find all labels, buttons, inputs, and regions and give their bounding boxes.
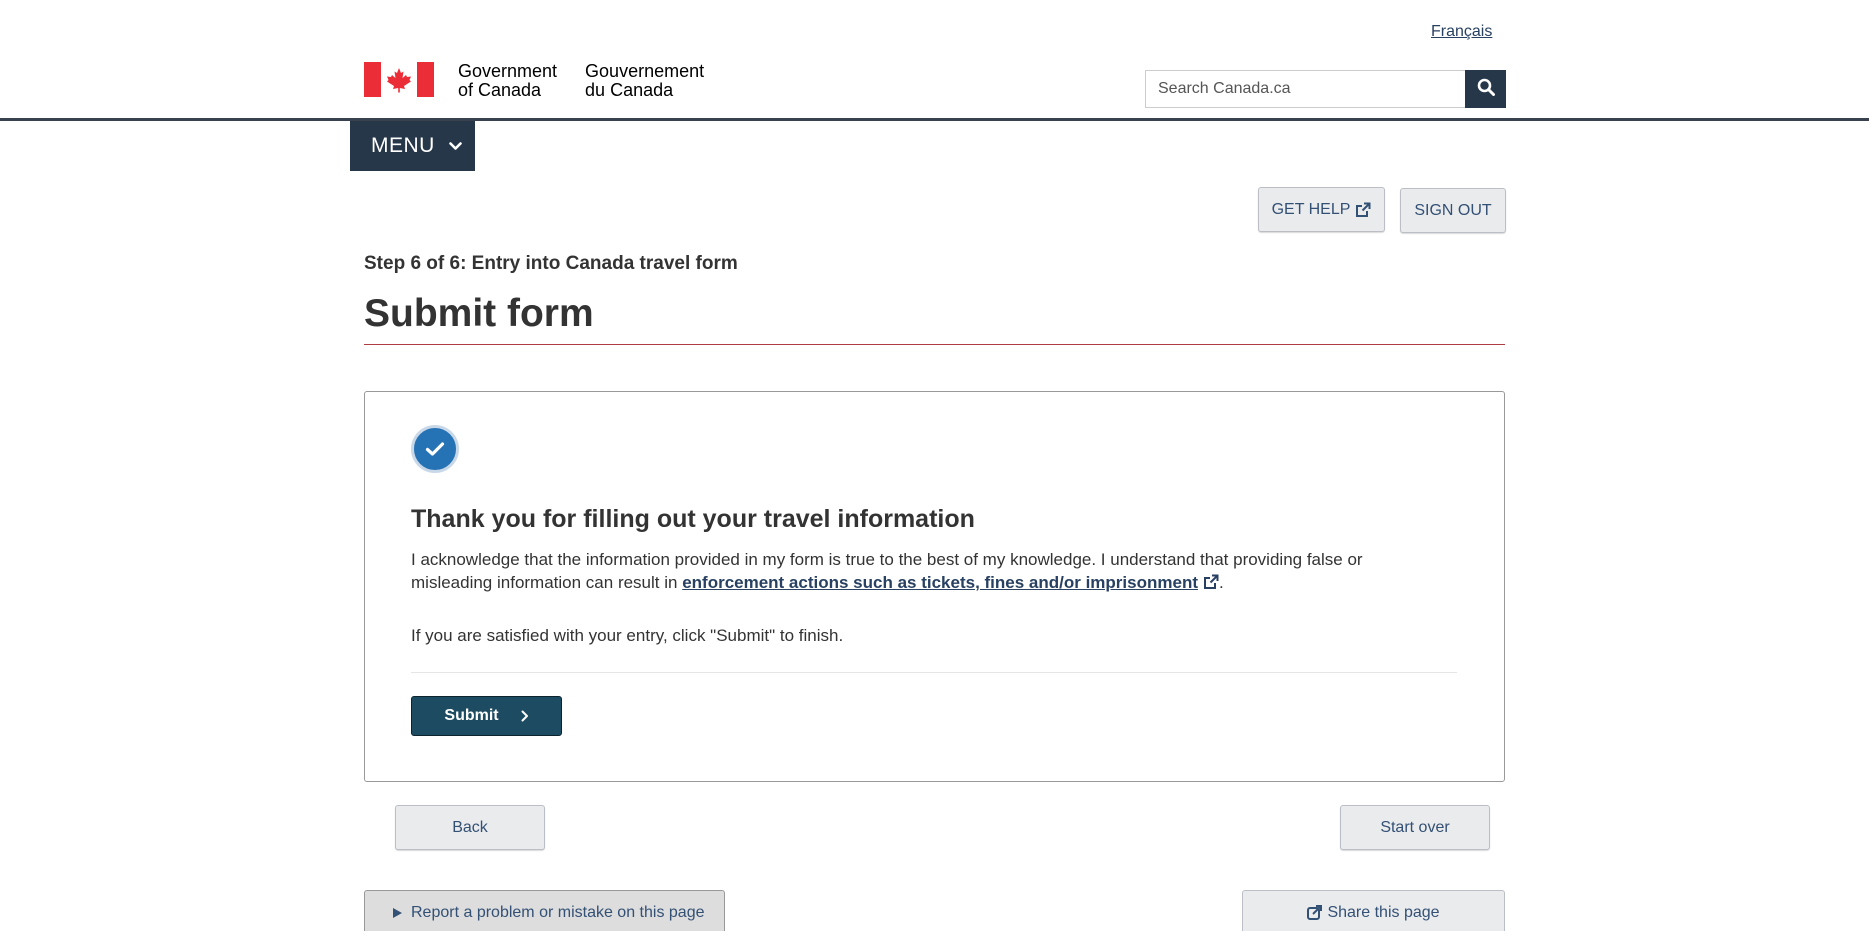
report-problem-button[interactable]: Report a problem or mistake on this page: [364, 890, 725, 931]
search-icon: [1477, 78, 1495, 101]
share-icon: [1307, 905, 1323, 920]
share-page-label: Share this page: [1327, 903, 1440, 921]
language-toggle-link[interactable]: Français: [1431, 23, 1492, 41]
get-help-button[interactable]: GET HELP: [1258, 187, 1385, 232]
start-over-button[interactable]: Start over: [1340, 805, 1490, 850]
page-title: Submit form: [364, 292, 594, 335]
share-page-button[interactable]: Share this page: [1242, 890, 1505, 931]
search-button[interactable]: [1465, 70, 1506, 108]
chevron-down-icon: [449, 141, 462, 151]
get-help-label: GET HELP: [1271, 200, 1351, 218]
submit-button[interactable]: Submit: [411, 696, 562, 736]
step-indicator: Step 6 of 6: Entry into Canada travel fo…: [364, 253, 738, 274]
confirmation-panel: Thank you for filling out your travel in…: [364, 391, 1505, 782]
search-input[interactable]: [1145, 70, 1465, 108]
external-link-icon: [1355, 202, 1371, 218]
back-button[interactable]: Back: [395, 805, 545, 850]
menu-button[interactable]: MENU: [350, 121, 475, 171]
checkmark-icon: [411, 425, 459, 473]
signature-text-english: Government of Canada: [458, 61, 558, 100]
external-link-icon: [1203, 573, 1219, 596]
panel-divider: [411, 672, 1457, 673]
submit-label: Submit: [444, 707, 499, 724]
signature-text-french: Gouvernement du Canada: [585, 61, 705, 100]
caret-right-icon: [393, 907, 402, 918]
title-underline: [364, 344, 1505, 345]
chevron-right-icon: [521, 710, 529, 722]
submit-instruction: If you are satisfied with your entry, cl…: [411, 626, 844, 645]
menu-label: MENU: [371, 134, 435, 157]
site-search: [1145, 70, 1506, 108]
header-rule: [0, 118, 1869, 121]
sign-out-button[interactable]: SIGN OUT: [1400, 188, 1506, 233]
acknowledgement-text: I acknowledge that the information provi…: [411, 548, 1421, 596]
canada-flag-icon: [364, 62, 434, 97]
government-signature[interactable]: Government of Canada Gouvernement du Can…: [364, 62, 704, 100]
report-problem-label: Report a problem or mistake on this page: [411, 903, 705, 921]
confirmation-heading: Thank you for filling out your travel in…: [411, 505, 975, 533]
enforcement-actions-link[interactable]: enforcement actions such as tickets, fin…: [682, 573, 1198, 592]
